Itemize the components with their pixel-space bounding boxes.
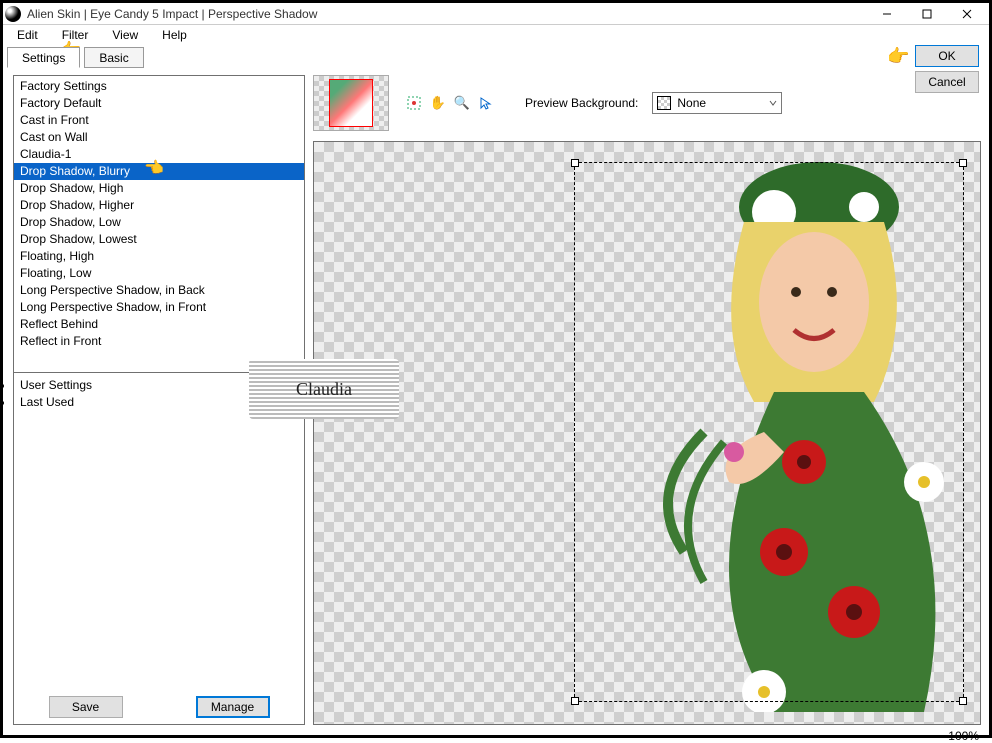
preset-item[interactable]: Reflect in Front [14, 333, 304, 350]
menu-edit[interactable]: Edit [7, 26, 48, 44]
preset-item[interactable]: Long Perspective Shadow, in Back [14, 282, 304, 299]
window-controls [867, 3, 987, 25]
preset-item[interactable]: Floating, Low [14, 265, 304, 282]
preview-area: ✋ 🔍 Preview Background: None [313, 75, 981, 725]
pointer-annotation-icon: 👉 [887, 46, 909, 67]
marquee-tool-icon[interactable] [403, 92, 425, 114]
menu-filter[interactable]: Filter [52, 26, 99, 44]
preset-item-selected[interactable]: Drop Shadow, Blurry 👈 [14, 163, 304, 180]
tab-basic[interactable]: Basic [84, 47, 143, 68]
chevron-down-icon [769, 96, 777, 110]
preset-item[interactable]: Drop Shadow, Lowest [14, 231, 304, 248]
preview-background-value: None [677, 96, 706, 110]
tab-settings[interactable]: Settings [7, 47, 80, 68]
preview-background-select[interactable]: None [652, 92, 782, 114]
panel-buttons: Save Manage [14, 690, 304, 724]
watermark-text: Claudia [296, 379, 352, 400]
main-area: Factory Settings Factory Default Cast in… [3, 69, 989, 735]
preset-item[interactable]: Cast in Front [14, 112, 304, 129]
resize-handle[interactable] [571, 159, 579, 167]
preset-item[interactable]: Cast on Wall [14, 129, 304, 146]
menu-view[interactable]: View [102, 26, 148, 44]
resize-handle[interactable] [571, 697, 579, 705]
preset-label: Drop Shadow, Blurry [20, 164, 130, 178]
preset-group-label[interactable]: Factory Settings [14, 78, 304, 95]
thumbnail-toolbar: ✋ 🔍 Preview Background: None [313, 75, 981, 131]
resize-handle[interactable] [959, 697, 967, 705]
preview-tools: ✋ 🔍 [403, 92, 497, 114]
preview-background-label: Preview Background: [525, 96, 638, 110]
factory-preset-list[interactable]: Factory Settings Factory Default Cast in… [14, 76, 304, 366]
pointer-annotation-icon: 👈 [144, 161, 164, 176]
manage-presets-button[interactable]: Manage [196, 696, 270, 718]
preset-item[interactable]: Claudia-1 [14, 146, 304, 163]
preset-item[interactable]: Factory Default [14, 95, 304, 112]
ok-button[interactable]: OK [915, 45, 979, 67]
hand-tool-icon[interactable]: ✋ [427, 92, 449, 114]
preset-item[interactable]: Drop Shadow, Higher [14, 197, 304, 214]
minimize-button[interactable] [867, 3, 907, 25]
preset-item[interactable]: Drop Shadow, Low [14, 214, 304, 231]
maximize-button[interactable] [907, 3, 947, 25]
preset-item[interactable]: Long Perspective Shadow, in Front [14, 299, 304, 316]
zoom-level: 100% [948, 729, 979, 743]
menu-help[interactable]: Help [152, 26, 197, 44]
zoom-tool-icon[interactable]: 🔍 [451, 92, 473, 114]
pointer-tool-icon[interactable] [475, 92, 497, 114]
close-button[interactable] [947, 3, 987, 25]
transparent-swatch-icon [657, 96, 671, 110]
tabs-row: Settings Basic 👉 👉 OK Cancel [3, 45, 989, 69]
resize-handle[interactable] [959, 159, 967, 167]
preset-item[interactable]: Reflect Behind [14, 316, 304, 333]
user-preset-list[interactable]: User Settings Last Used [14, 372, 304, 690]
menu-bar: Edit Filter View Help [3, 25, 989, 45]
preset-item[interactable]: Drop Shadow, High [14, 180, 304, 197]
title-bar: Alien Skin | Eye Candy 5 Impact | Perspe… [3, 3, 989, 25]
preset-item[interactable]: Floating, High [14, 248, 304, 265]
app-icon [5, 6, 21, 22]
window-title: Alien Skin | Eye Candy 5 Impact | Perspe… [27, 7, 867, 21]
save-preset-button[interactable]: Save [49, 696, 123, 718]
watermark-badge: Claudia [249, 359, 399, 419]
navigator-selection[interactable] [329, 79, 373, 127]
preview-canvas[interactable] [313, 141, 981, 725]
navigator-thumbnail[interactable] [313, 75, 389, 131]
selection-rectangle[interactable] [574, 162, 964, 702]
